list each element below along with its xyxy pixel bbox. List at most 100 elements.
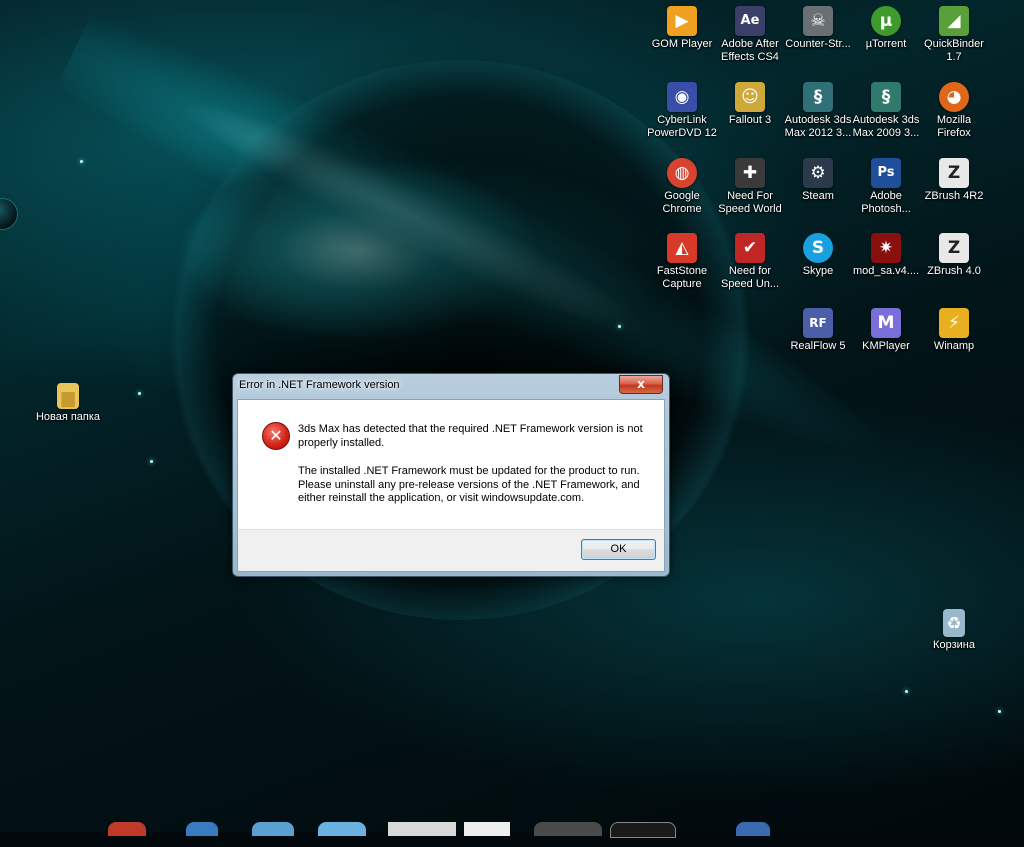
nfs-undercover-icon: ✔: [735, 233, 765, 263]
steam-icon: ⚙: [803, 158, 833, 188]
desktop-icon-steam[interactable]: ⚙ Steam: [783, 158, 853, 203]
3ds-max-2012-icon: §: [803, 82, 833, 112]
gom-player-icon: ▶: [667, 6, 697, 36]
zbrush-4r2-icon: Z: [939, 158, 969, 188]
quickbinder-icon: ◢: [939, 6, 969, 36]
dialog-footer: OK: [237, 529, 665, 572]
desktop-icon-faststone[interactable]: ◭ FastStone Capture: [647, 233, 717, 291]
desktop-icon-label: Need for Speed Un...: [720, 265, 780, 290]
3ds-max-2009-icon: §: [871, 82, 901, 112]
powerdvd-icon: ◉: [667, 82, 697, 112]
dialog-title: Error in .NET Framework version: [239, 379, 400, 391]
error-icon: ✕: [262, 422, 290, 450]
taskbar-button[interactable]: [108, 822, 146, 836]
desktop-icon-quickbinder[interactable]: ◢ QuickBinder 1.7: [919, 6, 989, 64]
desktop-icon-firefox[interactable]: ◕ Mozilla Firefox: [919, 82, 989, 140]
winamp-icon: ⚡: [939, 308, 969, 338]
wallpaper-moon: [0, 198, 18, 230]
desktop-icon-gom-player[interactable]: ▶ GOM Player: [647, 6, 717, 51]
desktop-icon-label: Mozilla Firefox: [936, 114, 972, 139]
desktop-icon-label: Google Chrome: [662, 190, 702, 215]
wallpaper-star: [618, 325, 621, 328]
folder-icon: ▆: [57, 383, 79, 409]
desktop-icon-fallout[interactable]: ☺ Fallout 3: [715, 82, 785, 127]
desktop-icon-label: Counter-Str...: [785, 38, 851, 50]
recycle-bin-icon: ♻: [943, 609, 965, 637]
desktop-icon-label: Skype: [802, 265, 834, 277]
faststone-icon: ◭: [667, 233, 697, 263]
firefox-icon: ◕: [939, 82, 969, 112]
desktop-icon-chrome[interactable]: ◍ Google Chrome: [647, 158, 717, 216]
taskbar-button[interactable]: [318, 822, 366, 836]
desktop-icon-label: mod_sa.v4....: [852, 265, 920, 277]
desktop-icon-utorrent[interactable]: µ µTorrent: [851, 6, 921, 51]
close-icon: x: [637, 377, 645, 391]
desktop-icon-label: ZBrush 4.0: [927, 265, 981, 277]
desktop-icon-label: ZBrush 4R2: [924, 190, 984, 202]
desktop-icon-skype[interactable]: S Skype: [783, 233, 853, 278]
desktop-icon-label: GOM Player: [651, 38, 713, 50]
dialog-message-detail: The installed .NET Framework must be upd…: [298, 465, 640, 504]
ok-button[interactable]: OK: [581, 539, 656, 560]
desktop-icon-label: QuickBinder 1.7: [924, 38, 984, 63]
chrome-icon: ◍: [667, 158, 697, 188]
skype-icon: S: [803, 233, 833, 263]
desktop-icon-label: RealFlow 5: [790, 340, 846, 352]
desktop-icon-after-effects[interactable]: Ae Adobe After Effects CS4: [715, 6, 785, 64]
desktop-icon-label: CyberLink PowerDVD 12: [647, 114, 717, 139]
counter-strike-icon: ☠: [803, 6, 833, 36]
realflow-icon: RF: [803, 308, 833, 338]
wallpaper-star: [80, 160, 83, 163]
dialog-content: ✕ 3ds Max has detected that the required…: [237, 399, 665, 530]
zbrush-40-icon: Z: [939, 233, 969, 263]
close-button[interactable]: x: [619, 375, 663, 394]
desktop-icon-mod-sa[interactable]: ✷ mod_sa.v4....: [851, 233, 921, 278]
desktop-icon-winamp[interactable]: ⚡ Winamp: [919, 308, 989, 353]
desktop-icon-label: Winamp: [933, 340, 975, 352]
desktop-icon-label: Adobe After Effects CS4: [721, 38, 779, 63]
fallout-icon: ☺: [735, 82, 765, 112]
utorrent-icon: µ: [871, 6, 901, 36]
desktop-icon-label: Fallout 3: [728, 114, 772, 126]
desktop-icon-label: µTorrent: [865, 38, 907, 50]
desktop-icon-zbrush-40[interactable]: Z ZBrush 4.0: [919, 233, 989, 278]
desktop-icon-label: Steam: [802, 190, 834, 202]
desktop-icon-new-folder[interactable]: ▆ Новая папка: [32, 383, 104, 424]
desktop-icon-label: FastStone Capture: [656, 265, 708, 290]
kmplayer-icon: M: [871, 308, 901, 338]
desktop-icon-label: Need For Speed World: [718, 190, 782, 215]
desktop-icon-label: Adobe Photosh...: [861, 190, 911, 215]
wallpaper-star: [150, 460, 153, 463]
desktop-icon-label: Корзина: [933, 639, 975, 651]
nfs-world-icon: ✚: [735, 158, 765, 188]
desktop-icon-3ds-max-2012[interactable]: § Autodesk 3ds Max 2012 3...: [783, 82, 853, 140]
taskbar-button[interactable]: [736, 822, 770, 836]
desktop-icon-photoshop[interactable]: Ps Adobe Photosh...: [851, 158, 921, 216]
dialog-titlebar[interactable]: Error in .NET Framework version x: [233, 374, 669, 398]
desktop-icon-nfs-undercover[interactable]: ✔ Need for Speed Un...: [715, 233, 785, 291]
wallpaper-star: [138, 392, 141, 395]
desktop-icon-realflow[interactable]: RF RealFlow 5: [783, 308, 853, 353]
wallpaper-star: [905, 690, 908, 693]
after-effects-icon: Ae: [735, 6, 765, 36]
wallpaper-star: [998, 710, 1001, 713]
desktop-icon-counter-strike[interactable]: ☠ Counter-Str...: [783, 6, 853, 51]
taskbar-button[interactable]: [388, 822, 456, 836]
taskbar-button[interactable]: [252, 822, 294, 836]
desktop-icon-3ds-max-2009[interactable]: § Autodesk 3ds Max 2009 3...: [851, 82, 921, 140]
desktop-icon-kmplayer[interactable]: M KMPlayer: [851, 308, 921, 353]
mod-sa-icon: ✷: [871, 233, 901, 263]
taskbar-button[interactable]: [534, 822, 602, 836]
dialog-message-main: 3ds Max has detected that the required .…: [298, 423, 643, 449]
taskbar-button[interactable]: [186, 822, 218, 836]
desktop-icon-label: Autodesk 3ds Max 2012 3...: [784, 114, 852, 139]
desktop-icon-powerdvd[interactable]: ◉ CyberLink PowerDVD 12: [647, 82, 717, 140]
desktop-icon-label: Новая папка: [35, 411, 101, 423]
taskbar-button[interactable]: [610, 822, 676, 838]
desktop-icon-label: KMPlayer: [862, 340, 910, 352]
desktop-icon-recycle-bin[interactable]: ♻ Корзина: [919, 609, 989, 652]
desktop-icon-zbrush-4r2[interactable]: Z ZBrush 4R2: [919, 158, 989, 203]
error-dialog: Error in .NET Framework version x ✕ 3ds …: [232, 373, 670, 577]
desktop-icon-nfs-world[interactable]: ✚ Need For Speed World: [715, 158, 785, 216]
taskbar-button[interactable]: [464, 822, 510, 836]
